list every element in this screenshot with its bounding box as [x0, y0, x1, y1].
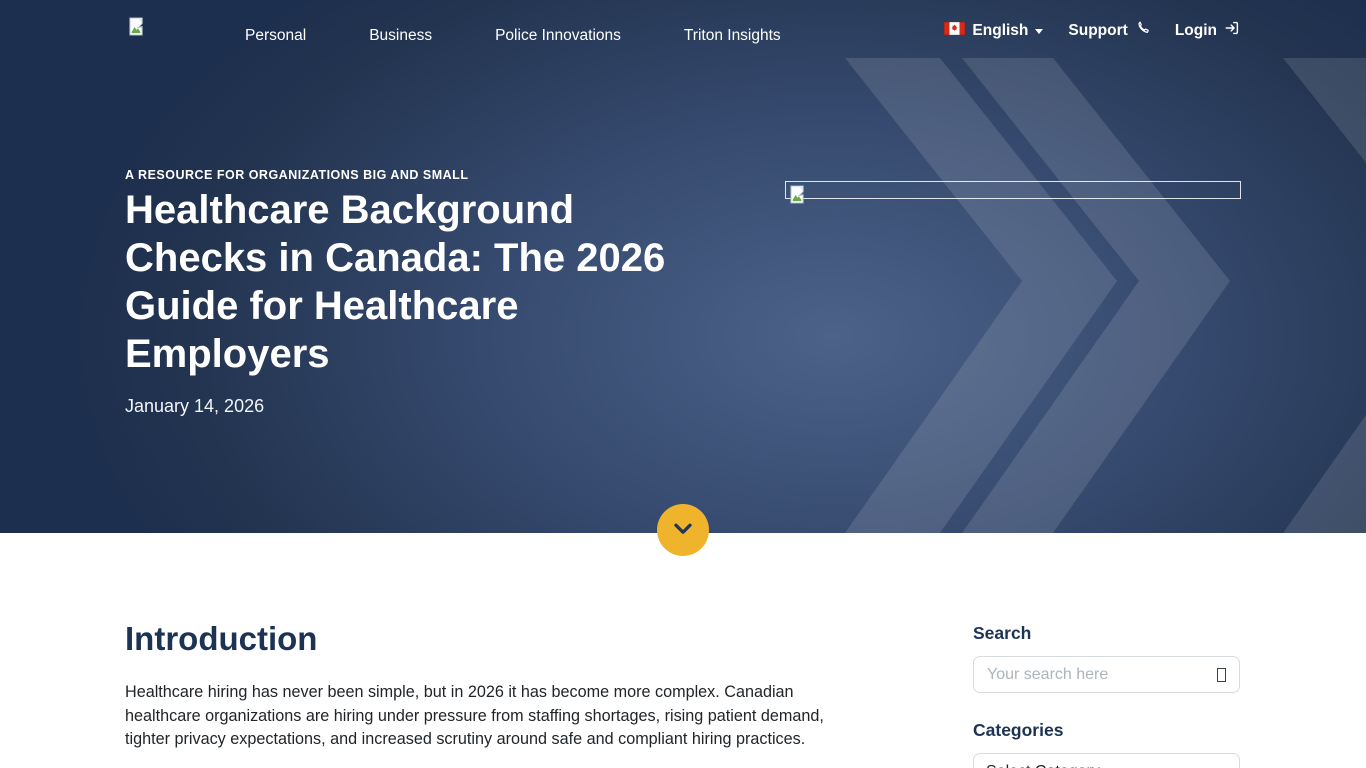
- article-date: January 14, 2026: [125, 396, 264, 417]
- box-arrow-in-right-icon: [1224, 20, 1240, 41]
- support-label: Support: [1068, 22, 1127, 40]
- canada-flag-icon: [944, 22, 965, 40]
- article-paragraph: Healthcare hiring has never been simple,…: [125, 681, 830, 752]
- section-heading-introduction: Introduction: [125, 620, 317, 658]
- nav-item-triton-insights[interactable]: Triton Insights: [684, 27, 781, 45]
- utility-navigation: English Support Login: [944, 20, 1240, 41]
- search-input[interactable]: [974, 666, 1203, 684]
- login-label: Login: [1175, 22, 1217, 40]
- broken-image-icon: [788, 184, 807, 205]
- categories-select[interactable]: Select Category: [973, 753, 1240, 768]
- hero-eyebrow: A RESOURCE FOR ORGANIZATIONS BIG AND SMA…: [125, 168, 468, 182]
- search-box: [973, 656, 1240, 693]
- hero-section: Personal Business Police Innovations Tri…: [0, 0, 1366, 533]
- page-title: Healthcare Background Checks in Canada: …: [125, 186, 710, 378]
- language-label: English: [972, 22, 1028, 40]
- chevron-down-icon: [1035, 29, 1043, 34]
- language-dropdown[interactable]: English: [944, 22, 1043, 40]
- scroll-down-button[interactable]: [657, 504, 709, 556]
- nav-item-business[interactable]: Business: [369, 27, 432, 45]
- sidebar-search-heading: Search: [973, 623, 1031, 644]
- login-link[interactable]: Login: [1175, 20, 1240, 41]
- missing-glyph-search-icon: [1217, 668, 1226, 682]
- hero-image-broken: [785, 181, 1241, 199]
- search-button[interactable]: [1203, 657, 1239, 692]
- nav-item-police-innovations[interactable]: Police Innovations: [495, 27, 621, 45]
- phone-icon: [1135, 21, 1150, 41]
- support-link[interactable]: Support: [1068, 21, 1149, 41]
- sidebar-categories-heading: Categories: [973, 720, 1063, 741]
- logo-broken-image-icon[interactable]: [127, 16, 146, 42]
- nav-item-personal[interactable]: Personal: [245, 27, 306, 45]
- main-navigation: Personal Business Police Innovations Tri…: [245, 27, 781, 45]
- chevron-down-icon: [670, 516, 696, 545]
